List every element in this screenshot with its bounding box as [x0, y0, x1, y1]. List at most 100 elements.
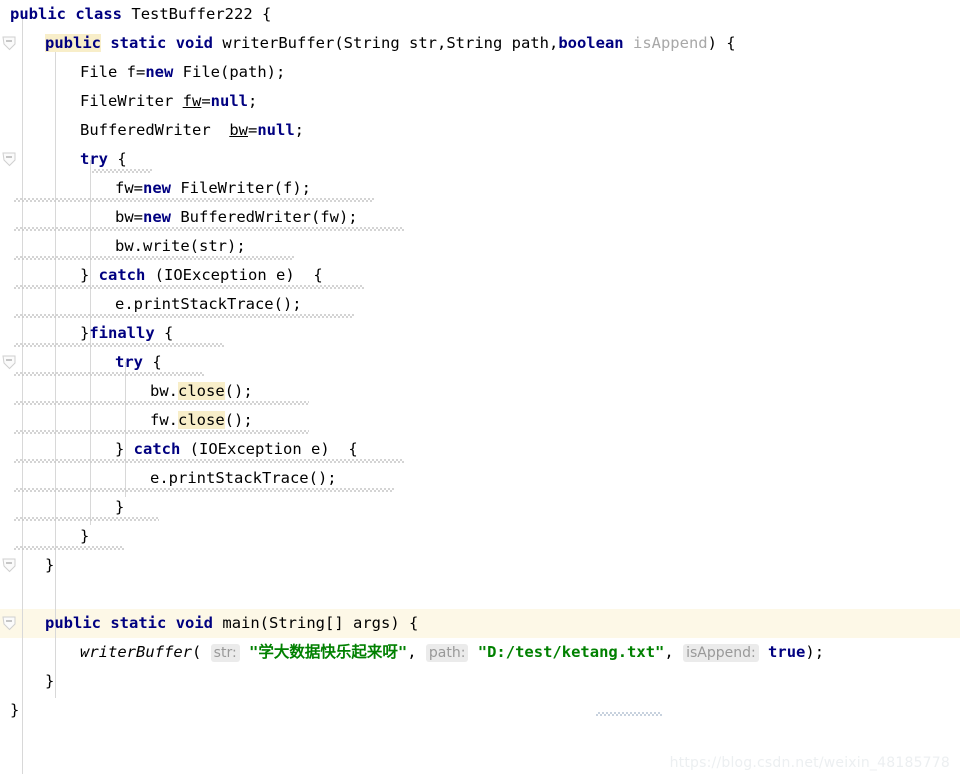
code-token: (); [224, 382, 253, 400]
code-token: try [115, 353, 143, 371]
code-token: File(path); [173, 63, 286, 81]
code-token: main(String[] args) { [222, 614, 419, 632]
code-line[interactable]: writerBuffer( str: "学大数据快乐起来呀", path: "D… [0, 638, 960, 667]
code-token: BufferedWriter(fw); [171, 208, 358, 226]
warning-squiggle [14, 488, 394, 492]
code-token: fw= [115, 179, 143, 197]
code-token: fw [182, 92, 202, 110]
code-token: bw.write(str); [115, 237, 246, 255]
code-line[interactable]: } [0, 522, 960, 551]
code-token: ; [294, 121, 304, 139]
code-line[interactable]: public static void main(String[] args) { [0, 609, 960, 638]
spellcheck-squiggle [596, 712, 662, 716]
code-line[interactable]: } [0, 696, 960, 725]
code-token: true [768, 643, 806, 661]
code-token: } [115, 498, 125, 516]
code-token: try [80, 150, 108, 168]
code-token: e.printStackTrace(); [150, 469, 337, 487]
warning-squiggle [14, 314, 354, 318]
code-token: } [45, 672, 55, 690]
code-token: bw. [150, 382, 178, 400]
code-token: ); [805, 643, 825, 661]
code-token: static [110, 34, 167, 52]
code-line[interactable]: public class TestBuffer222 { [0, 0, 960, 29]
code-token: null [210, 92, 248, 110]
code-token: bw [229, 121, 248, 139]
code-token: (IOException e) { [145, 266, 323, 284]
code-token: isAppend: [683, 644, 759, 662]
code-token: { [154, 324, 174, 342]
code-token: BufferedWriter [80, 121, 230, 139]
code-line[interactable]: public static void writerBuffer(String s… [0, 29, 960, 58]
code-token: str: [210, 644, 240, 662]
code-token: (IOException e) { [180, 440, 358, 458]
code-token: null [257, 121, 295, 139]
code-token: path: [425, 644, 469, 662]
code-token: File f= [80, 63, 146, 81]
code-token: fw. [150, 411, 178, 429]
fold-collapse-icon[interactable] [2, 36, 17, 51]
fold-collapse-icon[interactable] [2, 558, 17, 573]
warning-squiggle [14, 372, 204, 376]
warning-squiggle [14, 256, 294, 260]
code-token: close [178, 382, 225, 400]
code-line[interactable] [0, 580, 960, 609]
fold-collapse-icon[interactable] [2, 152, 17, 167]
code-token: static [110, 614, 167, 632]
warning-squiggle [14, 285, 364, 289]
warning-squiggle [14, 227, 404, 231]
code-token: } [80, 527, 90, 545]
code-token: new [143, 179, 171, 197]
warning-squiggle [14, 459, 404, 463]
code-token: ( [191, 643, 211, 661]
code-token: public [10, 5, 66, 23]
code-line[interactable]: FileWriter fw=null; [0, 87, 960, 116]
code-token: } [115, 440, 134, 458]
code-token: { [108, 150, 127, 168]
watermark: https://blog.csdn.net/weixin_48185778 [669, 755, 950, 771]
code-token: "学大数据快乐起来呀" [249, 643, 408, 661]
code-token: writerBuffer(String str,String path, [222, 34, 559, 52]
code-line[interactable]: File f=new File(path); [0, 58, 960, 87]
code-token: void [175, 34, 214, 52]
warning-squiggle [14, 546, 124, 550]
code-token: void [175, 614, 214, 632]
code-token: ) { [707, 34, 736, 52]
warning-squiggle [14, 430, 309, 434]
code-token: } [45, 556, 55, 574]
code-line[interactable]: BufferedWriter bw=null; [0, 116, 960, 145]
code-token: = [201, 92, 211, 110]
code-token: writerBuffer [80, 643, 192, 661]
warning-squiggle [92, 169, 152, 173]
code-token: new [143, 208, 171, 226]
code-line[interactable]: } [0, 667, 960, 696]
warning-squiggle [14, 343, 224, 347]
code-token: close [178, 411, 225, 429]
code-token: finally [89, 324, 155, 342]
code-token: , [407, 643, 426, 661]
code-token: FileWriter(f); [171, 179, 311, 197]
code-token: (); [224, 411, 253, 429]
fold-collapse-icon[interactable] [2, 616, 17, 631]
code-token: catch [98, 266, 146, 284]
code-token: public [45, 34, 101, 52]
warning-squiggle [14, 198, 374, 202]
fold-collapse-icon[interactable] [2, 355, 17, 370]
code-token: isAppend [632, 34, 708, 52]
code-token: catch [133, 440, 181, 458]
code-token: public [45, 614, 101, 632]
code-line[interactable]: } [0, 551, 960, 580]
code-token: = [247, 121, 258, 139]
code-token: , [664, 643, 684, 661]
code-token: boolean [558, 34, 624, 52]
code-editor[interactable]: public class TestBuffer222 {public stati… [0, 0, 960, 777]
